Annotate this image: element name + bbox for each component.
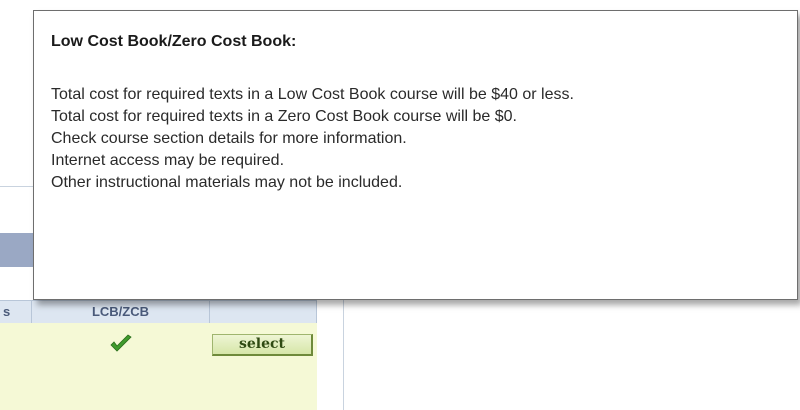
- tooltip-title: Low Cost Book/Zero Cost Book:: [51, 33, 297, 50]
- tooltip-line-details: Check course section details for more in…: [51, 130, 407, 147]
- results-grid-header: s LCB/ZCB: [0, 300, 317, 324]
- tooltip-line-materials: Other instructional materials may not be…: [51, 174, 403, 191]
- tooltip-line-low-cost: Total cost for required texts in a Low C…: [51, 86, 574, 103]
- column-header-action: [210, 301, 317, 323]
- check-icon: [110, 334, 132, 352]
- lcb-zcb-tooltip: Low Cost Book/Zero Cost Book: Total cost…: [33, 10, 798, 300]
- tooltip-line-internet: Internet access may be required.: [51, 152, 285, 169]
- column-header-truncated[interactable]: s: [0, 301, 32, 323]
- column-header-lcb-zcb[interactable]: LCB/ZCB: [32, 301, 210, 323]
- select-button[interactable]: select: [212, 334, 313, 356]
- table-row: select: [0, 323, 317, 410]
- panel-divider: [343, 300, 344, 410]
- tooltip-line-zero-cost: Total cost for required texts in a Zero …: [51, 108, 517, 125]
